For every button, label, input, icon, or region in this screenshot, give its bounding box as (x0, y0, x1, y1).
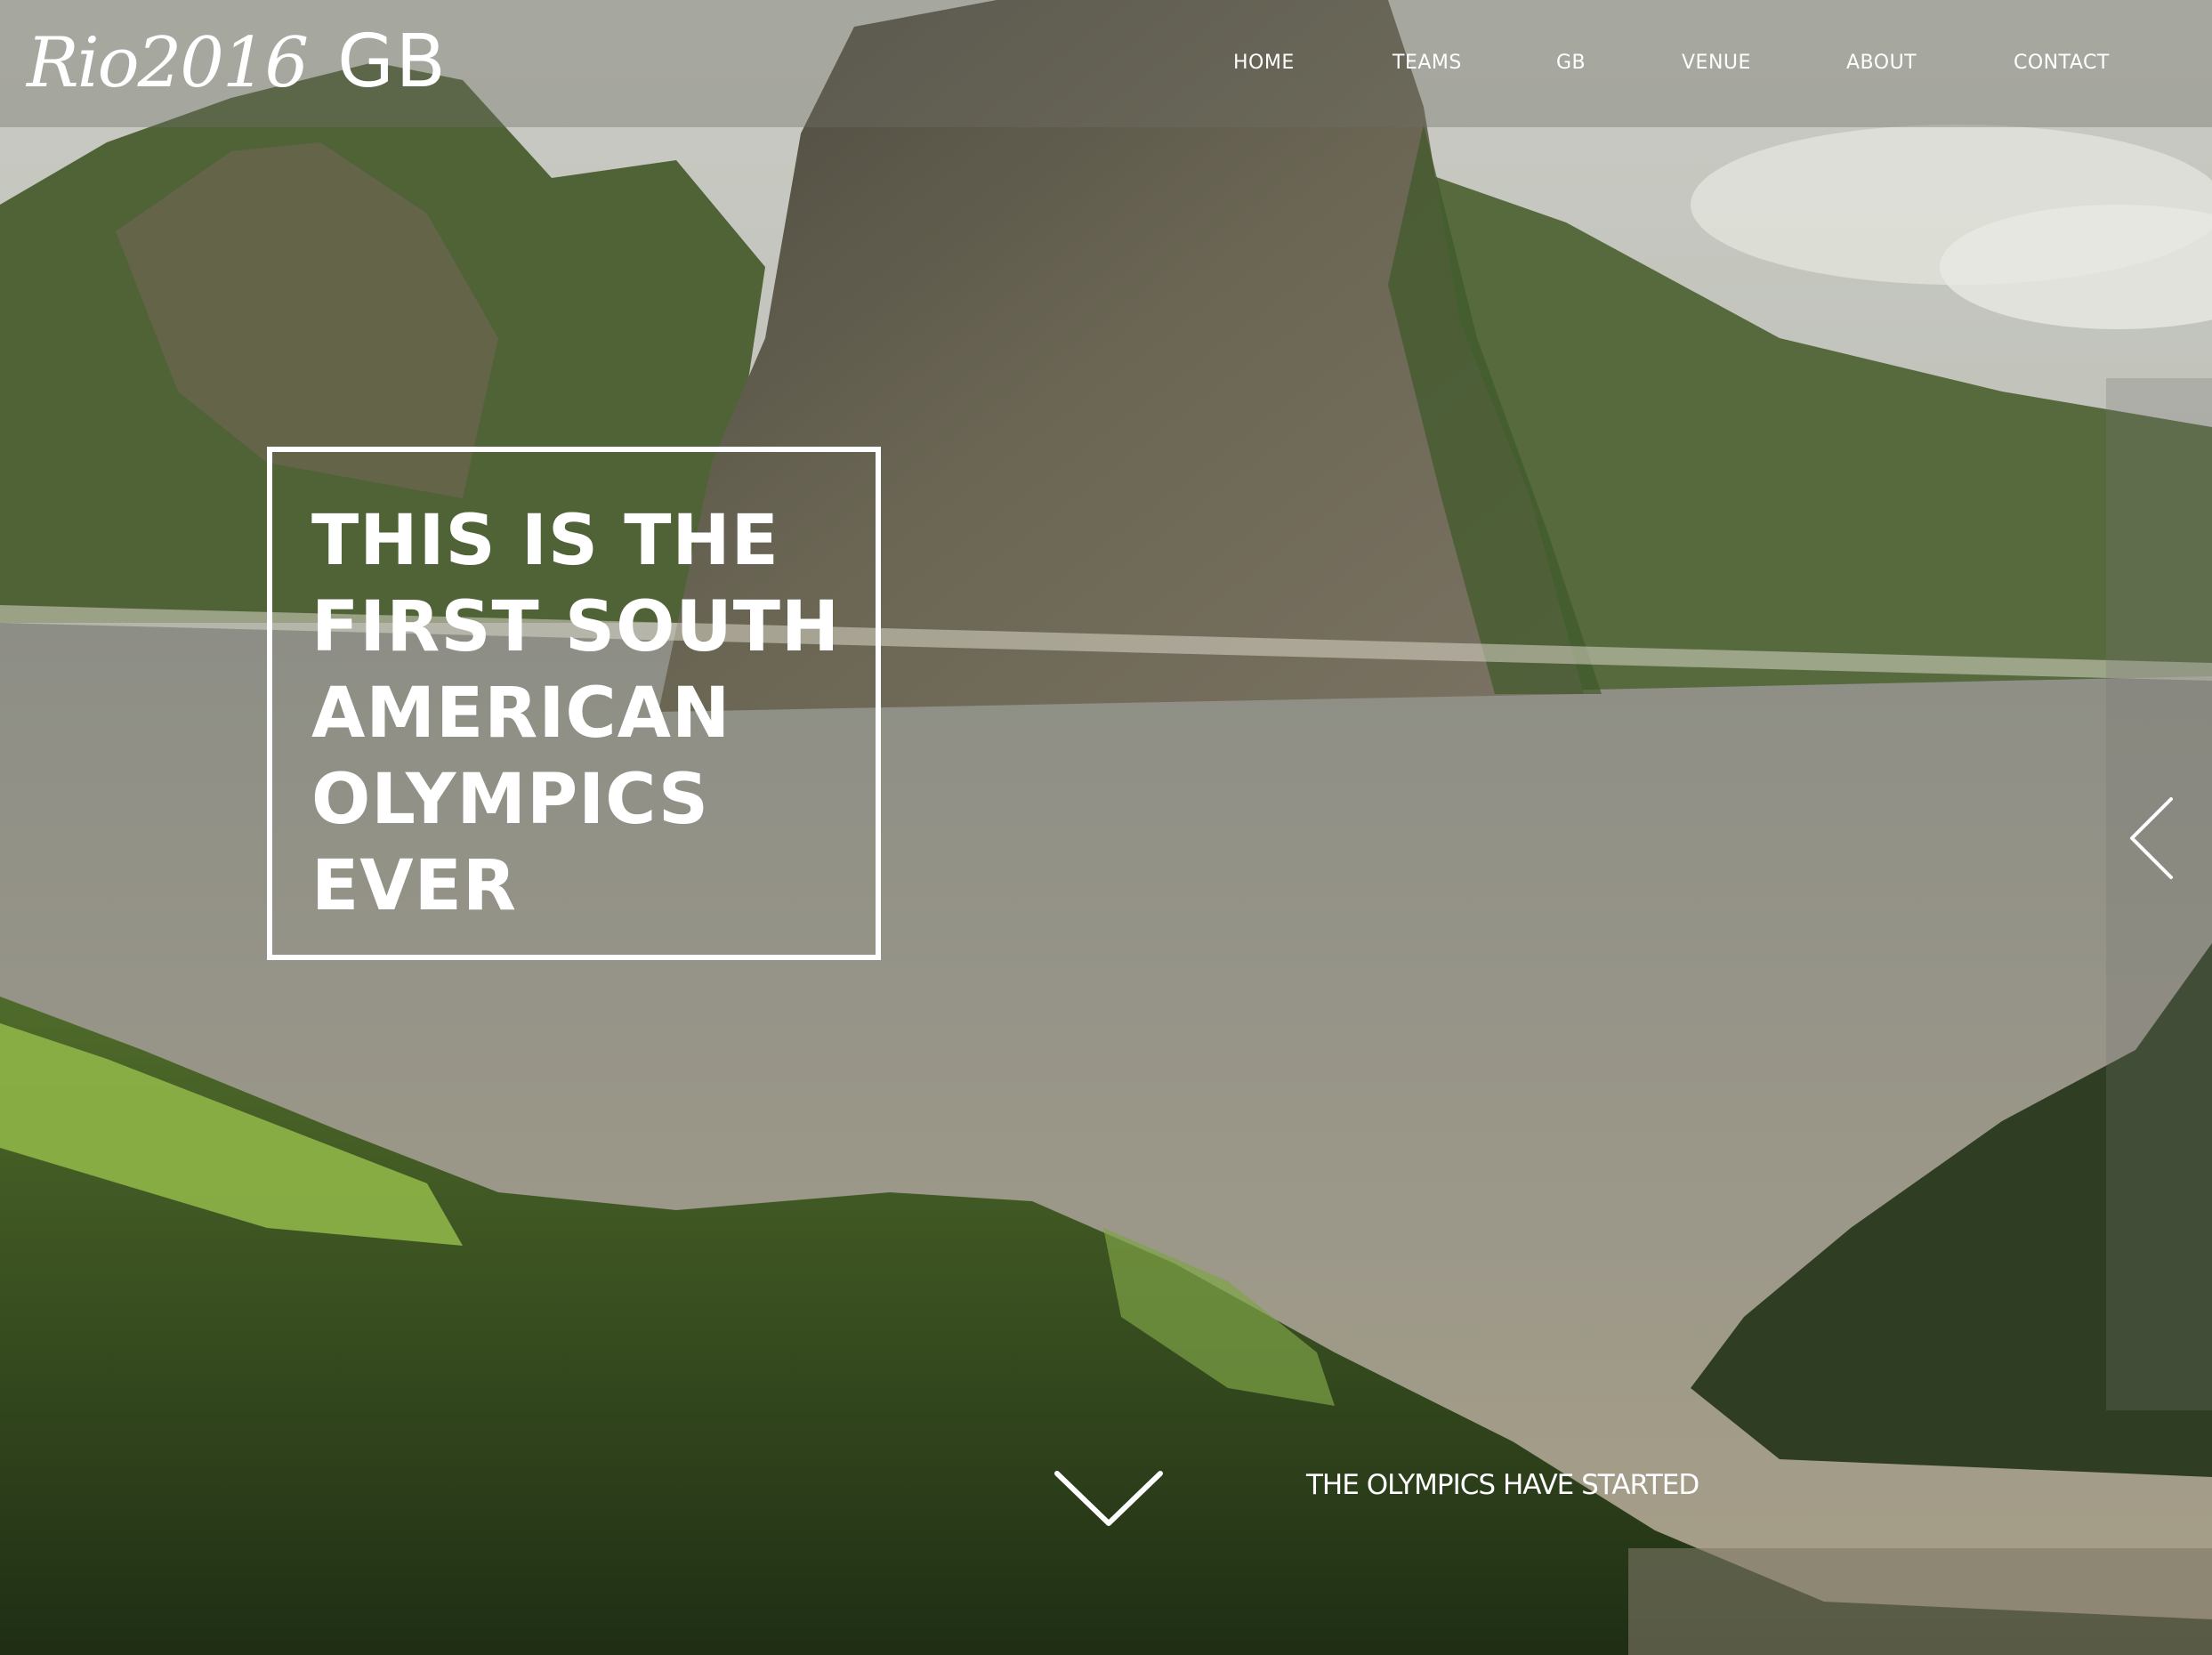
headline-line: THIS IS THE (311, 501, 779, 581)
nav-item-home[interactable]: HOME (1233, 52, 1295, 74)
top-navigation-bar: Rio2016 GB HOME TEAMS GB VENUE ABOUT CON… (0, 0, 2212, 127)
nav-item-venue[interactable]: VENUE (1682, 52, 1751, 74)
chevron-left-icon[interactable] (2125, 794, 2176, 883)
hero-tagline: THE OLYMPICS HAVE STARTED (1306, 1469, 1699, 1501)
nav-item-contact[interactable]: CONTACT (2014, 52, 2110, 74)
hero-headline-box: THIS IS THE FIRST SOUTH AMERICAN OLYMPIC… (267, 447, 881, 960)
headline-line: FIRST SOUTH (311, 587, 841, 667)
nav-item-gb[interactable]: GB (1556, 52, 1586, 74)
headline-line: EVER (311, 846, 517, 926)
nav-item-about[interactable]: ABOUT (1846, 52, 1917, 74)
slider-side-panel (2106, 378, 2212, 1410)
main-nav: HOME TEAMS GB VENUE ABOUT CONTACT (0, 52, 2212, 78)
headline-line: OLYMPICS (311, 760, 710, 840)
nav-item-teams[interactable]: TEAMS (1393, 52, 1462, 74)
chevron-down-icon[interactable] (1052, 1466, 1166, 1530)
headline-line: AMERICAN (311, 674, 731, 754)
